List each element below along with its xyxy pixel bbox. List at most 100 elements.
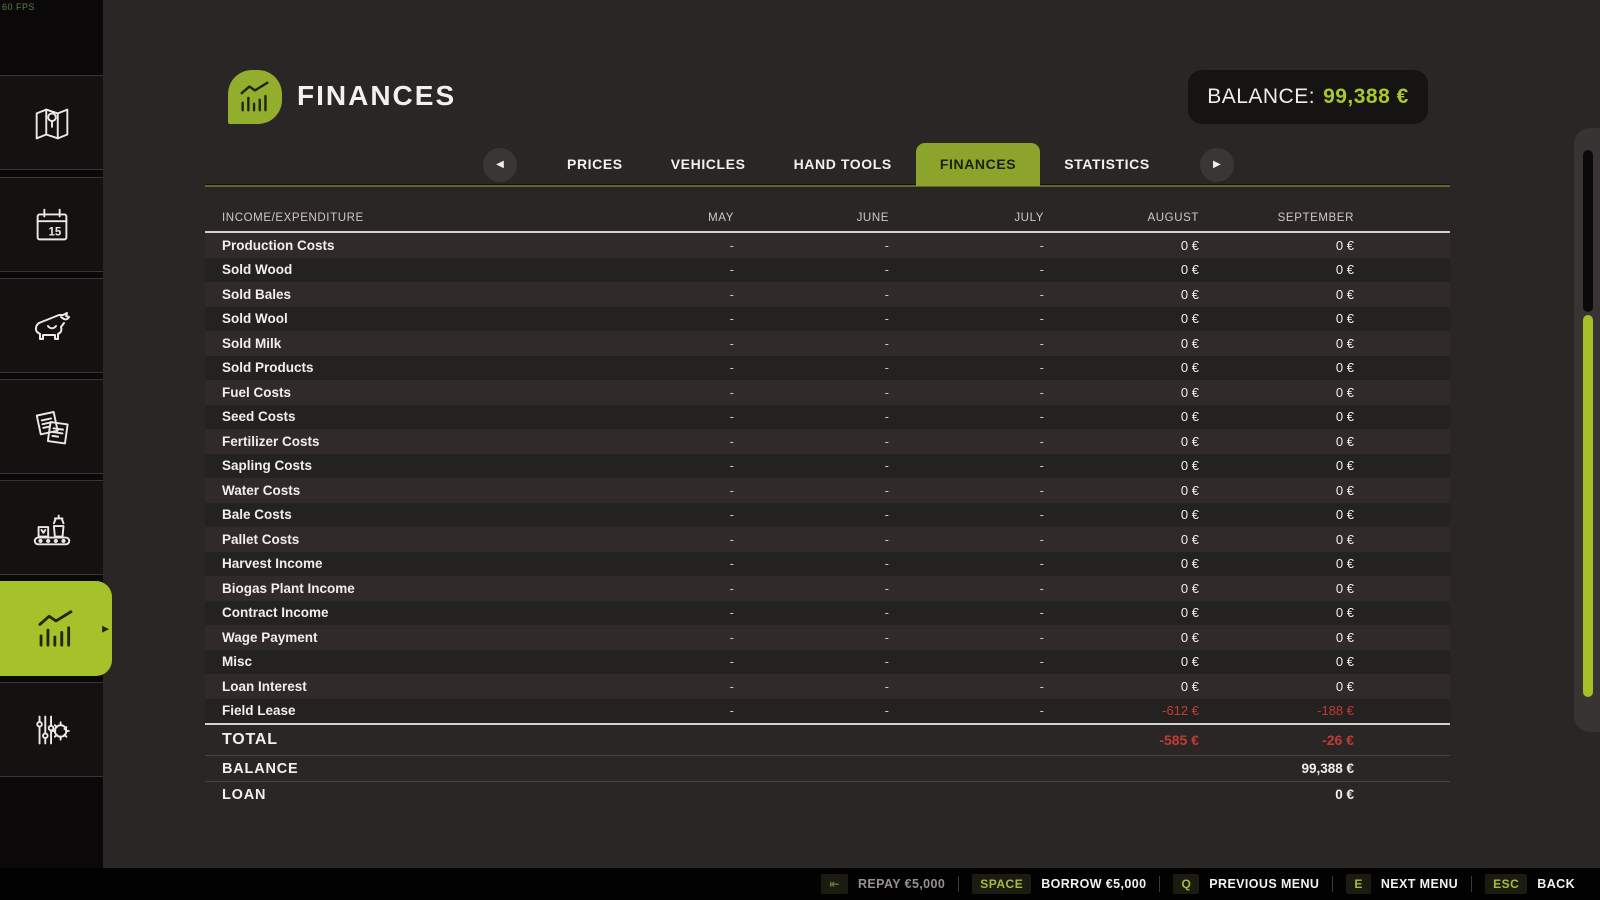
keycap: ⇤ xyxy=(821,874,848,894)
cell-value: - xyxy=(579,287,734,302)
cell-value: - xyxy=(734,238,889,253)
tabs-next-button[interactable]: ▶ xyxy=(1200,148,1234,182)
tab-statistics[interactable]: STATISTICS xyxy=(1040,143,1174,186)
row-label: Sold Wood xyxy=(205,262,579,277)
tab-hand-tools[interactable]: HAND TOOLS xyxy=(770,143,916,186)
row-label: Loan Interest xyxy=(205,679,579,694)
cell-value: - xyxy=(734,703,889,718)
cell-value: - xyxy=(579,311,734,326)
tab-bar: ◀ PRICES VEHICLES HAND TOOLS FINANCES ST… xyxy=(483,143,1234,186)
cell-value: - xyxy=(579,581,734,596)
cell-value: 0 € xyxy=(1044,287,1199,302)
cell-value: - xyxy=(579,605,734,620)
keycap: E xyxy=(1346,874,1371,894)
keybind-label: BACK xyxy=(1537,877,1575,891)
cell-value: - xyxy=(579,434,734,449)
sidebar-item-finances[interactable]: ▶ xyxy=(0,581,112,676)
keycap: SPACE xyxy=(972,874,1031,894)
bar-chart-icon xyxy=(236,78,274,116)
cell-value: - xyxy=(579,532,734,547)
cell-value: 0 € xyxy=(1044,311,1199,326)
cell-value: 0 € xyxy=(1044,483,1199,498)
cell-value: - xyxy=(889,483,1044,498)
cell-value: 0 € xyxy=(1199,360,1354,375)
cell-value: - xyxy=(734,679,889,694)
keybind-label: NEXT MENU xyxy=(1381,877,1458,891)
tab-finances[interactable]: FINANCES xyxy=(916,143,1040,186)
finances-table: INCOME/EXPENDITURE MAY JUNE JULY AUGUST … xyxy=(205,205,1450,807)
cell-value: - xyxy=(734,434,889,449)
scrollbar-track[interactable] xyxy=(1574,128,1600,732)
column-header: SEPTEMBER xyxy=(1199,212,1354,224)
cell-value: - xyxy=(579,507,734,522)
table-row: Loan Interest---0 €0 € xyxy=(205,674,1450,699)
cell-value: - xyxy=(579,409,734,424)
table-row: Harvest Income---0 €0 € xyxy=(205,552,1450,577)
sidebar-item-production[interactable] xyxy=(0,480,103,575)
sidebar-item-animals[interactable] xyxy=(0,278,103,373)
table-row: Contract Income---0 €0 € xyxy=(205,601,1450,626)
balance-value: 99,388 € xyxy=(1323,85,1409,109)
cell-value: - xyxy=(734,287,889,302)
row-label: Fertilizer Costs xyxy=(205,434,579,449)
cell-value: - xyxy=(889,360,1044,375)
summary-value: 0 € xyxy=(1199,787,1354,802)
cell-value: - xyxy=(734,360,889,375)
sidebar: 15 ▶ xyxy=(0,0,103,868)
tabs-prev-button[interactable]: ◀ xyxy=(483,148,517,182)
table-row: Seed Costs---0 €0 € xyxy=(205,405,1450,430)
row-label: Harvest Income xyxy=(205,556,579,571)
settings-icon xyxy=(29,707,75,753)
cell-value: 0 € xyxy=(1044,630,1199,645)
cell-value: 0 € xyxy=(1044,409,1199,424)
cell-value: 0 € xyxy=(1044,262,1199,277)
cell-value: - xyxy=(734,605,889,620)
keybind-label: BORROW €5,000 xyxy=(1041,877,1146,891)
cow-icon xyxy=(28,302,76,350)
keybind-next-menu[interactable]: E NEXT MENU xyxy=(1333,874,1471,894)
table-row: Misc---0 €0 € xyxy=(205,650,1450,675)
table-row: Fertilizer Costs---0 €0 € xyxy=(205,429,1450,454)
keycap: ESC xyxy=(1485,874,1527,894)
row-label: Water Costs xyxy=(205,483,579,498)
row-label: Biogas Plant Income xyxy=(205,581,579,596)
table-row: Sold Bales---0 €0 € xyxy=(205,282,1450,307)
cell-value: - xyxy=(734,311,889,326)
table-header-row: INCOME/EXPENDITURE MAY JUNE JULY AUGUST … xyxy=(205,205,1450,231)
table-row: Sold Products---0 €0 € xyxy=(205,356,1450,381)
tab-prices[interactable]: PRICES xyxy=(543,143,647,186)
row-label: Seed Costs xyxy=(205,409,579,424)
cell-value: - xyxy=(889,703,1044,718)
table-row: Production Costs---0 €0 € xyxy=(205,233,1450,258)
keybind-previous-menu[interactable]: QPREVIOUS MENU xyxy=(1160,874,1332,894)
sidebar-item-contracts[interactable] xyxy=(0,379,103,474)
cell-value: 0 € xyxy=(1199,434,1354,449)
cell-value: - xyxy=(889,507,1044,522)
cell-value: 0 € xyxy=(1044,679,1199,694)
cell-value: 0 € xyxy=(1044,385,1199,400)
keybind-back[interactable]: ESC BACK xyxy=(1472,874,1588,894)
cell-value: 0 € xyxy=(1044,532,1199,547)
column-header: JUNE xyxy=(734,212,889,224)
cell-value: - xyxy=(579,556,734,571)
sidebar-item-calendar[interactable]: 15 xyxy=(0,177,103,272)
summary-row-balance: BALANCE99,388 € xyxy=(205,756,1450,781)
sidebar-item-settings[interactable] xyxy=(0,682,103,777)
cell-value: - xyxy=(579,458,734,473)
finances-icon xyxy=(33,606,79,652)
keybind-borrow-5-000[interactable]: SPACE BORROW €5,000 xyxy=(959,874,1159,894)
sidebar-item-map[interactable] xyxy=(0,75,103,170)
cell-value: - xyxy=(889,262,1044,277)
scrollbar-thumb[interactable] xyxy=(1583,315,1593,697)
row-label: Sold Products xyxy=(205,360,579,375)
cell-value: -188 € xyxy=(1199,703,1354,718)
keybind-repay-5-000[interactable]: ⇤REPAY €5,000 xyxy=(808,874,958,894)
cell-value: - xyxy=(734,409,889,424)
row-label: Wage Payment xyxy=(205,630,579,645)
tab-vehicles[interactable]: VEHICLES xyxy=(647,143,770,186)
row-label: Pallet Costs xyxy=(205,532,579,547)
summary-row-loan: LOAN0 € xyxy=(205,782,1450,807)
table-body: Production Costs---0 €0 €Sold Wood---0 €… xyxy=(205,233,1450,723)
cell-value: - xyxy=(889,532,1044,547)
cell-value: 0 € xyxy=(1199,336,1354,351)
